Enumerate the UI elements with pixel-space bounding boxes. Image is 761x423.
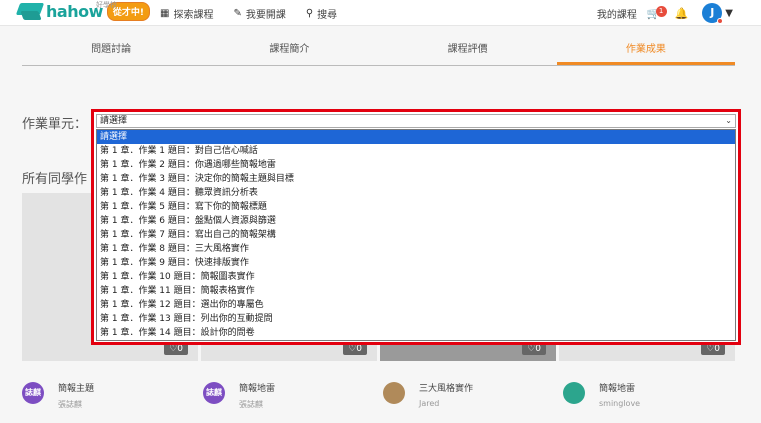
card-author[interactable]: 三大風格實作 Jared [383, 378, 473, 408]
select-option[interactable]: 第 1 章．作業 4 題目：聽眾資訊分析表 [97, 186, 735, 200]
avatar-status-dot [717, 18, 724, 24]
user-nav: 我的課程 🛒 1 🔔 J ▼ [597, 0, 761, 26]
pencil-icon: ✎ [233, 7, 242, 19]
user-avatar[interactable]: J [702, 3, 724, 24]
assignment-unit-select[interactable]: 請選擇 ⌄ [96, 114, 736, 128]
nav-create-course[interactable]: ✎ 我要開課 [233, 6, 285, 21]
card-authors: 誌麒 簡報主題 張誌麒 誌麒 簡報地雷 張誌麒 三大風格實作 Jared 簡報地… [22, 378, 761, 418]
card-title: 簡報主題 [58, 384, 95, 394]
card-author[interactable]: 簡報地雷 sminglove [563, 378, 640, 408]
logo-mark-icon [15, 2, 45, 21]
tab-discussion[interactable]: 問題討論 [22, 38, 200, 65]
nav-search[interactable]: ⚲ 搜尋 [306, 6, 337, 21]
assignment-unit-label: 作業單元： [22, 117, 88, 132]
cart-count-badge: 1 [655, 5, 667, 17]
search-icon: ⚲ [305, 7, 314, 19]
nav-label: 搜尋 [317, 9, 338, 21]
user-menu-caret-icon[interactable]: ▼ [725, 8, 733, 19]
nav-label: 我要開課 [245, 9, 286, 21]
course-tabs: 問題討論 課程簡介 課程評價 作業成果 [22, 38, 735, 66]
author-name: 張誌麒 [58, 400, 82, 409]
avatar-letter: J [710, 6, 715, 19]
select-option[interactable]: 第 1 章．作業 8 題目：三大風格實作 [97, 242, 735, 256]
select-option[interactable]: 第 1 章．作業 11 題目：簡報表格實作 [97, 284, 735, 298]
select-option[interactable]: 第 1 章．作業 3 題目：決定你的簡報主題與目標 [97, 172, 735, 186]
nav-explore-courses[interactable]: ▦ 探索課程 [160, 6, 213, 21]
chevron-down-icon: ⌄ [725, 116, 732, 125]
select-value: 請選擇 [100, 116, 128, 126]
select-option[interactable]: 第 1 章．作業 5 題目：寫下你的簡報標題 [97, 200, 735, 214]
select-options-list: 請選擇 第 1 章．作業 1 題目：對自己信心喊話 第 1 章．作業 2 題目：… [96, 129, 736, 341]
hahow-logo[interactable]: hahow 好學校 從才中! [15, 1, 150, 21]
cart-button[interactable]: 🛒 1 [647, 5, 667, 20]
my-courses-link[interactable]: 我的課程 [597, 6, 637, 21]
select-option[interactable]: 第 1 章．作業 10 題目：簡報圖表實作 [97, 270, 735, 284]
card-title: 簡報地雷 [239, 384, 276, 394]
assignment-unit-select-highlight: 請選擇 ⌄ 請選擇 第 1 章．作業 1 題目：對自己信心喊話 第 1 章．作業… [91, 109, 741, 345]
author-name: 張誌麒 [239, 400, 263, 409]
card-title: 三大風格實作 [419, 384, 474, 394]
author-name: Jared [419, 399, 440, 408]
author-name: sminglove [599, 399, 641, 408]
select-option[interactable]: 第 1 章．作業 9 題目：快速排版實作 [97, 256, 735, 270]
select-option[interactable]: 第 1 章．作業 1 題目：對自己信心喊話 [97, 144, 735, 158]
select-option[interactable]: 第 1 章．作業 12 題目：選出你的專屬色 [97, 298, 735, 312]
notification-bell-icon[interactable]: 🔔 [675, 7, 689, 20]
tab-intro[interactable]: 課程簡介 [200, 38, 378, 65]
card-author[interactable]: 誌麒 簡報主題 張誌麒 [22, 378, 94, 410]
avatar [383, 382, 405, 404]
logo-subtitle: 好學校 [96, 1, 117, 9]
avatar: 誌麒 [22, 382, 44, 404]
select-option[interactable]: 第 1 章．作業 7 題目：寫出自己的簡報架構 [97, 228, 735, 242]
select-option[interactable]: 請選擇 [97, 130, 735, 144]
avatar [563, 382, 585, 404]
select-option[interactable]: 第 1 章．作業 6 題目：盤點個人資源與篩選 [97, 214, 735, 228]
logo-text: hahow [46, 2, 103, 21]
card-author[interactable]: 誌麒 簡報地雷 張誌麒 [203, 378, 275, 410]
select-option[interactable]: 第 1 章．作業 13 題目：列出你的互動提問 [97, 312, 735, 326]
select-option[interactable]: 第 1 章．作業 2 題目：你遇過哪些簡報地雷 [97, 158, 735, 172]
all-students-works-heading: 所有同學作 [22, 172, 88, 187]
card-title: 簡報地雷 [599, 384, 636, 394]
avatar: 誌麒 [203, 382, 225, 404]
main-nav: ▦ 探索課程 ✎ 我要開課 ⚲ 搜尋 [160, 0, 357, 26]
nav-label: 探索課程 [173, 9, 214, 21]
top-navbar: hahow 好學校 從才中! ▦ 探索課程 ✎ 我要開課 ⚲ 搜尋 我的課程 🛒… [0, 0, 761, 26]
grid-icon: ▦ [160, 7, 170, 19]
tab-reviews[interactable]: 課程評價 [379, 38, 557, 65]
select-option[interactable]: 第 1 章．作業 14 題目：設計你的問卷 [97, 326, 735, 340]
tab-assignments[interactable]: 作業成果 [556, 38, 735, 65]
